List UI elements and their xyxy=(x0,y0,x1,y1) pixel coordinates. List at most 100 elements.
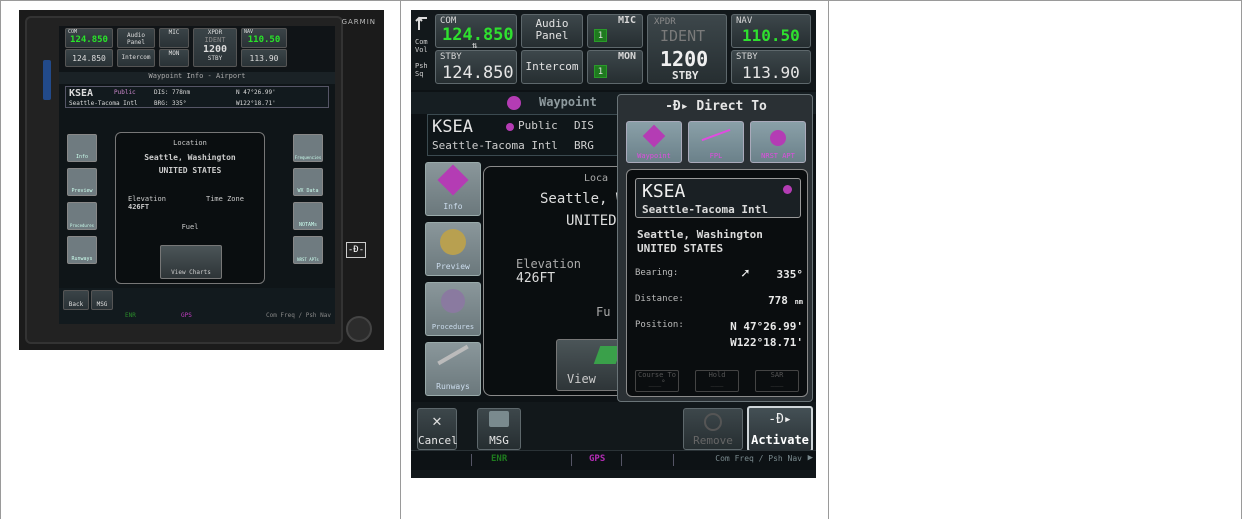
small-com-standby: 124.850 xyxy=(72,54,106,63)
small-view-charts-label: View Charts xyxy=(171,269,211,276)
xpdr-button[interactable]: XPDR IDENT 1200 STBY xyxy=(647,14,727,84)
small-back-label: Back xyxy=(68,301,84,308)
small-view-charts-button[interactable]: View Charts xyxy=(160,245,222,279)
small-mon-button[interactable]: MON xyxy=(159,49,189,67)
small-procedures-label: Procedures xyxy=(69,223,95,228)
small-back-button[interactable]: Back xyxy=(63,290,89,310)
table-border-top xyxy=(0,0,1242,1)
side-card-slot xyxy=(43,60,51,100)
elevation-label: Elevation xyxy=(516,257,582,271)
mon-button[interactable]: MON 1 xyxy=(587,50,643,84)
waypoint-selector-button[interactable]: KSEA Seattle-Tacoma Intl xyxy=(635,178,801,218)
small-com-active-button[interactable]: COM 124.850 xyxy=(65,28,113,48)
waypoint-info-bar[interactable]: KSEA Public DIS Seattle-Tacoma Intl BRG xyxy=(427,114,627,156)
small-squawk: 1200 xyxy=(202,44,228,55)
preview-map-icon xyxy=(440,229,466,255)
small-msg-button[interactable]: MSG xyxy=(91,290,113,310)
top-bar: Com Vol Psh Sq COM 124.850 ⇅ STBY 124.85… xyxy=(411,10,816,90)
small-nav-standby-button[interactable]: 113.90 xyxy=(241,49,287,67)
small-page-title: Waypoint Info - Airport xyxy=(59,72,335,84)
small-frequencies-tab[interactable]: Frequencies xyxy=(293,134,323,162)
gtn-overview-screenshot: GARMIN -Ð- COM 124.850 124.850 Audio Pan… xyxy=(19,10,384,350)
small-notams-label: NOTAMs xyxy=(298,222,318,228)
small-wx-data-tab[interactable]: WX Data xyxy=(293,168,323,196)
msg-icon xyxy=(489,411,509,427)
dto-waypoint-ident: KSEA xyxy=(642,181,686,202)
preview-tab[interactable]: Preview xyxy=(425,222,481,276)
small-runways-tab[interactable]: Runways xyxy=(67,236,97,264)
nrst-apt-tab[interactable]: NRST APT xyxy=(750,121,806,163)
cancel-button[interactable]: ✕ Cancel xyxy=(417,408,458,450)
fpl-tab-label: FPL xyxy=(709,152,723,160)
view-charts-button[interactable]: View xyxy=(556,339,626,391)
waypoint-ident: KSEA xyxy=(432,117,473,137)
gps-indicator: GPS xyxy=(589,454,606,464)
small-nav-standby: 113.90 xyxy=(249,54,279,63)
small-procedures-tab[interactable]: Procedures xyxy=(67,202,97,230)
nav-standby-button[interactable]: STBY 113.90 xyxy=(731,50,811,84)
small-info-label: Info xyxy=(75,154,89,160)
waypoint-tab[interactable]: Waypoint xyxy=(626,121,682,163)
small-location-label: Location xyxy=(173,139,207,147)
com-standby-button[interactable]: STBY 124.850 xyxy=(435,50,517,84)
info-tab[interactable]: Info xyxy=(425,162,481,216)
activate-button[interactable]: -Ð▸ Activate xyxy=(747,406,813,452)
intercom-button[interactable]: Intercom xyxy=(521,50,583,84)
nav-label: NAV xyxy=(736,16,753,26)
small-dis: DIS: 778nm xyxy=(154,89,191,96)
small-com-standby-button[interactable]: 124.850 xyxy=(65,49,113,67)
country-cut: UNITED xyxy=(566,213,617,229)
activate-label: Activate xyxy=(751,433,809,447)
fpl-tab[interactable]: FPL xyxy=(688,121,744,163)
sar-button[interactable]: SAR ___ xyxy=(755,370,799,392)
small-enr: ENR xyxy=(125,312,136,319)
small-city: Seattle, Washington xyxy=(144,153,236,162)
procedures-tab[interactable]: Procedures xyxy=(425,282,481,336)
msg-button[interactable]: MSG xyxy=(477,408,521,450)
bearing-label: Bearing: xyxy=(635,268,679,278)
mon-label: MON xyxy=(617,51,636,62)
small-info-tab[interactable]: Info xyxy=(67,134,97,162)
small-mic-button[interactable]: MIC xyxy=(159,28,189,48)
small-preview-tab[interactable]: Preview xyxy=(67,168,97,196)
status-separator xyxy=(471,454,472,466)
course-to-button[interactable]: Course To ___° xyxy=(635,370,679,392)
hold-value: ___ xyxy=(710,379,724,387)
direct-to-hardware-button[interactable]: -Ð- xyxy=(346,242,366,258)
small-notams-tab[interactable]: NOTAMs xyxy=(293,202,323,230)
com-active-button[interactable]: COM 124.850 ⇅ xyxy=(435,14,517,51)
dto-city: Seattle, Washington xyxy=(637,228,763,241)
remove-button[interactable]: Remove xyxy=(683,408,743,450)
view-charts-label-cut: View xyxy=(567,372,596,386)
small-waypoint-info-bar[interactable]: KSEA Public Seattle-Tacoma Intl DIS: 778… xyxy=(65,86,329,108)
dual-concentric-knob[interactable] xyxy=(346,316,372,342)
remove-icon xyxy=(704,413,722,431)
com-vol-area[interactable]: Com Vol Psh Sq xyxy=(415,16,433,86)
hold-label: Hold xyxy=(708,371,726,379)
nav-active-button[interactable]: NAV 110.50 xyxy=(731,14,811,48)
small-nrst-tab[interactable]: NRST APTs xyxy=(293,236,323,264)
runway-icon xyxy=(437,344,469,366)
mic-button[interactable]: MIC 1 xyxy=(587,14,643,48)
small-xpdr-button[interactable]: XPDR IDENT 1200 STBY xyxy=(193,28,237,67)
small-elevation: 426FT xyxy=(128,203,150,211)
small-brg: BRG: 335° xyxy=(154,100,187,107)
small-xpdr-stby: STBY xyxy=(207,55,223,62)
xpdr-stby-label: STBY xyxy=(672,69,699,82)
small-nav-active-button[interactable]: NAV 110.50 xyxy=(241,28,287,48)
small-intercom-button[interactable]: Intercom xyxy=(117,49,155,67)
small-audio-panel-button[interactable]: Audio Panel xyxy=(117,28,155,48)
nav-active-freq: 110.50 xyxy=(742,26,800,45)
com-freq-hint: Com Freq / Psh Nav xyxy=(715,454,802,463)
bearing-value: 335° xyxy=(776,268,804,281)
direct-to-title: -Ð▸ Direct To xyxy=(618,99,814,114)
position-lat: N 47°26.99' xyxy=(730,320,803,333)
runways-tab[interactable]: Runways xyxy=(425,342,481,396)
small-com-active: 124.850 xyxy=(70,35,108,45)
hold-button[interactable]: Hold ___ xyxy=(695,370,739,392)
audio-panel-button[interactable]: Audio Panel xyxy=(521,14,583,48)
position-label: Position: xyxy=(635,320,684,330)
info-diamond-icon xyxy=(437,164,469,196)
small-nav-active: 110.50 xyxy=(247,35,281,45)
distance-unit: nm xyxy=(794,298,803,306)
